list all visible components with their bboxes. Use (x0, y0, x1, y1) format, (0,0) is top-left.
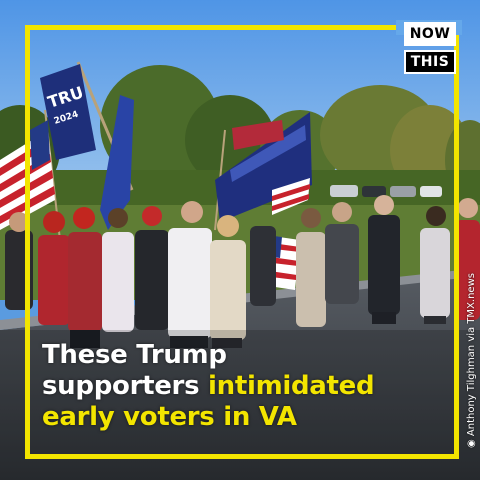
caption-line-1: These Trump (42, 340, 442, 371)
photo-credit: ◉ Anthony Tilghman via TMX.news (466, 273, 477, 448)
caption-line-3-text: early voters in VA (42, 402, 297, 432)
caption-line-3: early voters in VA (42, 402, 442, 433)
photo-credit-text: Anthony Tilghman via TMX.news (466, 273, 477, 437)
logo-this: THIS (404, 50, 456, 74)
logo-now: NOW (404, 22, 456, 46)
caption-line-2: supporters intimidated (42, 371, 442, 402)
caption: These Trump supporters intimidated early… (42, 340, 442, 433)
nowthis-logo: NOW THIS (404, 22, 456, 78)
caption-line-2-text: supporters (42, 371, 209, 401)
caption-highlight: intimidated (208, 371, 375, 401)
caption-line-1-text: These Trump (42, 340, 227, 370)
